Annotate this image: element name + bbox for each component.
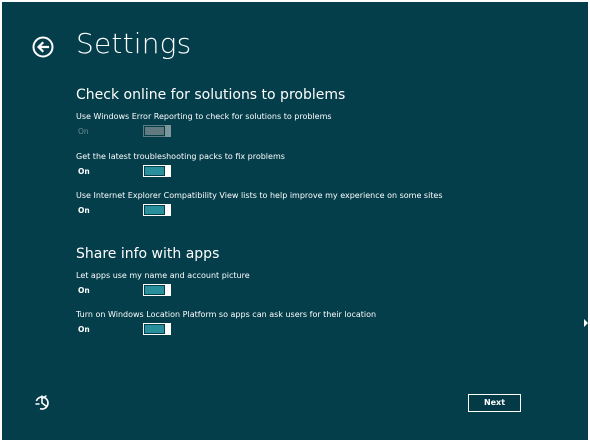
toggle-fill: [145, 167, 164, 175]
toggle-fill: [145, 286, 164, 294]
toggle-state-text: On: [78, 127, 89, 136]
toggle-fill: [145, 206, 164, 214]
section-title-share-info: Share info with apps: [76, 246, 220, 262]
setting-name-account-picture: Let apps use my name and account picture…: [76, 271, 496, 298]
settings-screen: Settings Check online for solutions to p…: [2, 2, 588, 440]
setting-label: Turn on Windows Location Platform so app…: [76, 310, 377, 319]
setting-label: Use Internet Explorer Compatibility View…: [76, 191, 443, 200]
setting-control: On: [76, 125, 496, 139]
setting-ie-compatibility-view: Use Internet Explorer Compatibility View…: [76, 191, 496, 218]
setting-label: Use Windows Error Reporting to check for…: [76, 112, 332, 121]
toggle-fill: [145, 127, 164, 135]
error-reporting-toggle[interactable]: [143, 125, 173, 137]
back-arrow-circle-icon: [32, 36, 54, 58]
location-platform-toggle[interactable]: [143, 323, 173, 335]
toggle-state-text: On: [78, 286, 90, 295]
toggle-state-text: On: [78, 167, 90, 176]
name-account-picture-toggle[interactable]: [143, 284, 173, 296]
page-title: Settings: [76, 27, 192, 60]
setting-location-platform: Turn on Windows Location Platform so app…: [76, 310, 496, 337]
right-edge-arrow-icon: [584, 319, 588, 327]
setting-control: On: [76, 323, 496, 337]
setting-control: On: [76, 284, 496, 298]
toggle-state-text: On: [78, 325, 90, 334]
setting-control: On: [76, 165, 496, 179]
setting-troubleshooting-packs: Get the latest troubleshooting packs to …: [76, 152, 496, 179]
toggle-state-text: On: [78, 206, 90, 215]
ie-compatibility-toggle[interactable]: [143, 204, 173, 216]
setting-windows-error-reporting: Use Windows Error Reporting to check for…: [76, 112, 496, 139]
setting-label: Get the latest troubleshooting packs to …: [76, 152, 285, 161]
next-button[interactable]: Next: [468, 394, 521, 412]
section-title-check-online: Check online for solutions to problems: [76, 87, 346, 103]
toggle-thumb: [165, 284, 171, 296]
toggle-thumb: [165, 125, 171, 137]
troubleshooting-packs-toggle[interactable]: [143, 165, 173, 177]
back-button[interactable]: [32, 36, 54, 58]
toggle-thumb: [165, 323, 171, 335]
toggle-thumb: [165, 204, 171, 216]
ease-of-access-button[interactable]: [33, 394, 51, 412]
setting-control: On: [76, 204, 496, 218]
toggle-fill: [145, 325, 164, 333]
setting-label: Let apps use my name and account picture: [76, 271, 250, 280]
ease-of-access-icon: [35, 395, 49, 410]
toggle-thumb: [165, 165, 171, 177]
